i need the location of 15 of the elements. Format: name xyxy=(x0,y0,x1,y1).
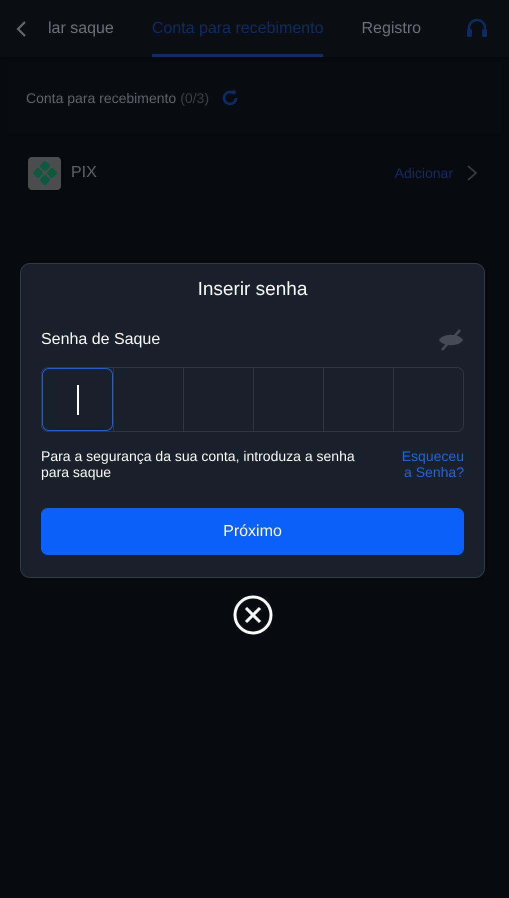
chevron-right-icon[interactable] xyxy=(465,164,479,182)
close-icon[interactable] xyxy=(233,595,273,635)
text-cursor xyxy=(76,384,78,414)
dialog-title: Inserir senha xyxy=(196,278,308,302)
field-label: Senha de Saque xyxy=(41,331,160,349)
tab[interactable]: lar saque xyxy=(48,3,114,57)
account-name: PIX xyxy=(71,164,98,182)
next-button[interactable]: Próximo xyxy=(41,508,464,555)
pix-logo-icon xyxy=(28,156,61,190)
digit-input[interactable] xyxy=(42,368,113,431)
eye-slash-icon[interactable] xyxy=(438,328,464,352)
tab[interactable]: Registro xyxy=(361,3,422,57)
forgot-password-link[interactable]: Esqueceu a Senha? xyxy=(395,448,464,480)
hint-text: Para a segurança da sua conta, introduza a senha para saque xyxy=(41,448,356,480)
section-title: Conta para recebimento xyxy=(26,90,176,106)
